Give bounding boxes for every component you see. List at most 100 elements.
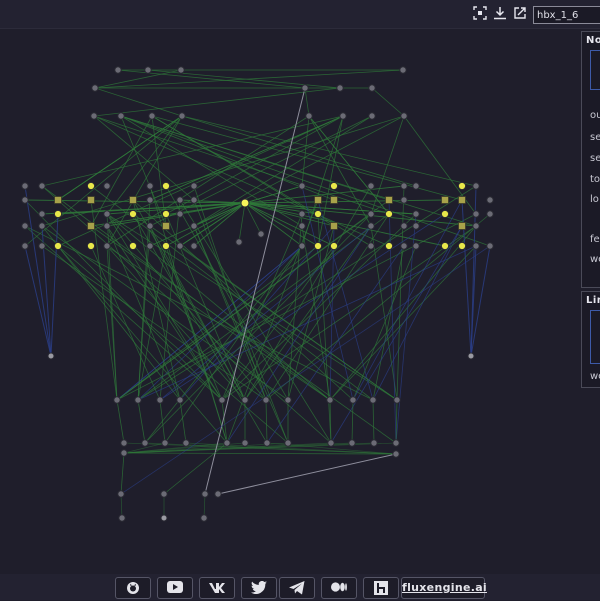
graph-node[interactable] xyxy=(457,241,467,251)
graph-node[interactable] xyxy=(440,241,450,251)
graph-node[interactable] xyxy=(348,439,356,447)
graph-node-square[interactable] xyxy=(87,222,95,230)
graph-node[interactable] xyxy=(400,182,408,190)
graph-node[interactable] xyxy=(393,396,401,404)
graph-node[interactable] xyxy=(176,242,184,250)
graph-node[interactable] xyxy=(367,242,375,250)
graph-node[interactable] xyxy=(200,514,208,522)
graph-node[interactable] xyxy=(284,396,292,404)
graph-node-square[interactable] xyxy=(385,196,393,204)
graph-node[interactable] xyxy=(120,449,128,457)
graph-node[interactable] xyxy=(38,242,46,250)
graph-node-square[interactable] xyxy=(129,196,137,204)
graph-node[interactable] xyxy=(336,84,344,92)
graph-node[interactable] xyxy=(368,84,376,92)
graph-node[interactable] xyxy=(117,112,125,120)
graph-node[interactable] xyxy=(457,181,467,191)
graph-node[interactable] xyxy=(400,112,408,120)
graph-node[interactable] xyxy=(223,439,231,447)
graph-node[interactable] xyxy=(47,352,55,360)
graph-node[interactable] xyxy=(176,210,184,218)
graph-node[interactable] xyxy=(339,112,347,120)
fluxengine-link[interactable]: fluxengine.ai xyxy=(401,577,487,599)
graph-node-square[interactable] xyxy=(330,196,338,204)
graph-node[interactable] xyxy=(201,490,209,498)
graph-node[interactable] xyxy=(176,396,184,404)
network-name-input[interactable] xyxy=(533,6,600,24)
graph-node[interactable] xyxy=(486,196,494,204)
fit-view-icon[interactable] xyxy=(472,6,488,22)
graph-node[interactable] xyxy=(218,396,226,404)
graph-node[interactable] xyxy=(91,84,99,92)
graph-node[interactable] xyxy=(262,396,270,404)
graph-node[interactable] xyxy=(400,242,408,250)
graph-node[interactable] xyxy=(38,182,46,190)
graph-node[interactable] xyxy=(190,242,198,250)
graph-node[interactable] xyxy=(118,514,126,522)
graph-node[interactable] xyxy=(241,439,249,447)
graph-node[interactable] xyxy=(305,112,313,120)
network-graph-canvas[interactable] xyxy=(0,29,580,574)
graph-node[interactable] xyxy=(160,490,168,498)
graph-node[interactable] xyxy=(161,209,171,219)
graph-node[interactable] xyxy=(349,396,357,404)
graph-node[interactable] xyxy=(298,222,306,230)
graph-node[interactable] xyxy=(472,210,480,218)
graph-node[interactable] xyxy=(412,222,420,230)
graph-node[interactable] xyxy=(241,396,249,404)
graph-node[interactable] xyxy=(160,514,168,522)
graph-node[interactable] xyxy=(120,439,128,447)
graph-node[interactable] xyxy=(298,210,306,218)
telegram-button[interactable] xyxy=(279,577,315,599)
graph-node[interactable] xyxy=(329,181,339,191)
graph-node[interactable] xyxy=(370,439,378,447)
graph-node[interactable] xyxy=(128,241,138,251)
graph-node-square[interactable] xyxy=(441,196,449,204)
graph-node[interactable] xyxy=(472,222,480,230)
graph-node[interactable] xyxy=(472,182,480,190)
graph-node[interactable] xyxy=(298,242,306,250)
graph-node[interactable] xyxy=(190,196,198,204)
graph-node[interactable] xyxy=(190,222,198,230)
graph-node[interactable] xyxy=(284,439,292,447)
graph-node[interactable] xyxy=(440,209,450,219)
graph-node[interactable] xyxy=(86,241,96,251)
graph-node[interactable] xyxy=(367,182,375,190)
graph-node[interactable] xyxy=(486,210,494,218)
graph-node[interactable] xyxy=(298,182,306,190)
graph-node[interactable] xyxy=(53,209,63,219)
graph-node[interactable] xyxy=(103,242,111,250)
graph-node[interactable] xyxy=(103,222,111,230)
graph-node-square[interactable] xyxy=(458,222,466,230)
graph-node[interactable] xyxy=(472,242,480,250)
graph-node[interactable] xyxy=(161,241,171,251)
graph-node[interactable] xyxy=(368,112,376,120)
graph-node[interactable] xyxy=(176,196,184,204)
graph-node[interactable] xyxy=(367,222,375,230)
graph-node[interactable] xyxy=(113,396,121,404)
graph-node[interactable] xyxy=(146,242,154,250)
graph-node[interactable] xyxy=(161,181,171,191)
graph-node[interactable] xyxy=(178,112,186,120)
graph-node[interactable] xyxy=(114,66,122,74)
graph-node-square[interactable] xyxy=(314,196,322,204)
graph-node[interactable] xyxy=(384,209,394,219)
graph-node[interactable] xyxy=(156,396,164,404)
graph-node[interactable] xyxy=(117,490,125,498)
graph-node[interactable] xyxy=(134,396,142,404)
graph-node[interactable] xyxy=(146,222,154,230)
graph-node[interactable] xyxy=(301,84,309,92)
graph-node[interactable] xyxy=(240,198,250,208)
graph-node[interactable] xyxy=(399,66,407,74)
graph-node[interactable] xyxy=(177,66,185,74)
graph-node[interactable] xyxy=(313,209,323,219)
download-icon[interactable] xyxy=(492,6,508,22)
graph-node[interactable] xyxy=(21,242,29,250)
graph-node-square[interactable] xyxy=(458,196,466,204)
graph-node[interactable] xyxy=(21,196,29,204)
graph-node[interactable] xyxy=(327,439,335,447)
graph-node[interactable] xyxy=(412,242,420,250)
graph-node[interactable] xyxy=(400,196,408,204)
graph-node[interactable] xyxy=(128,209,138,219)
graph-node[interactable] xyxy=(257,230,265,238)
